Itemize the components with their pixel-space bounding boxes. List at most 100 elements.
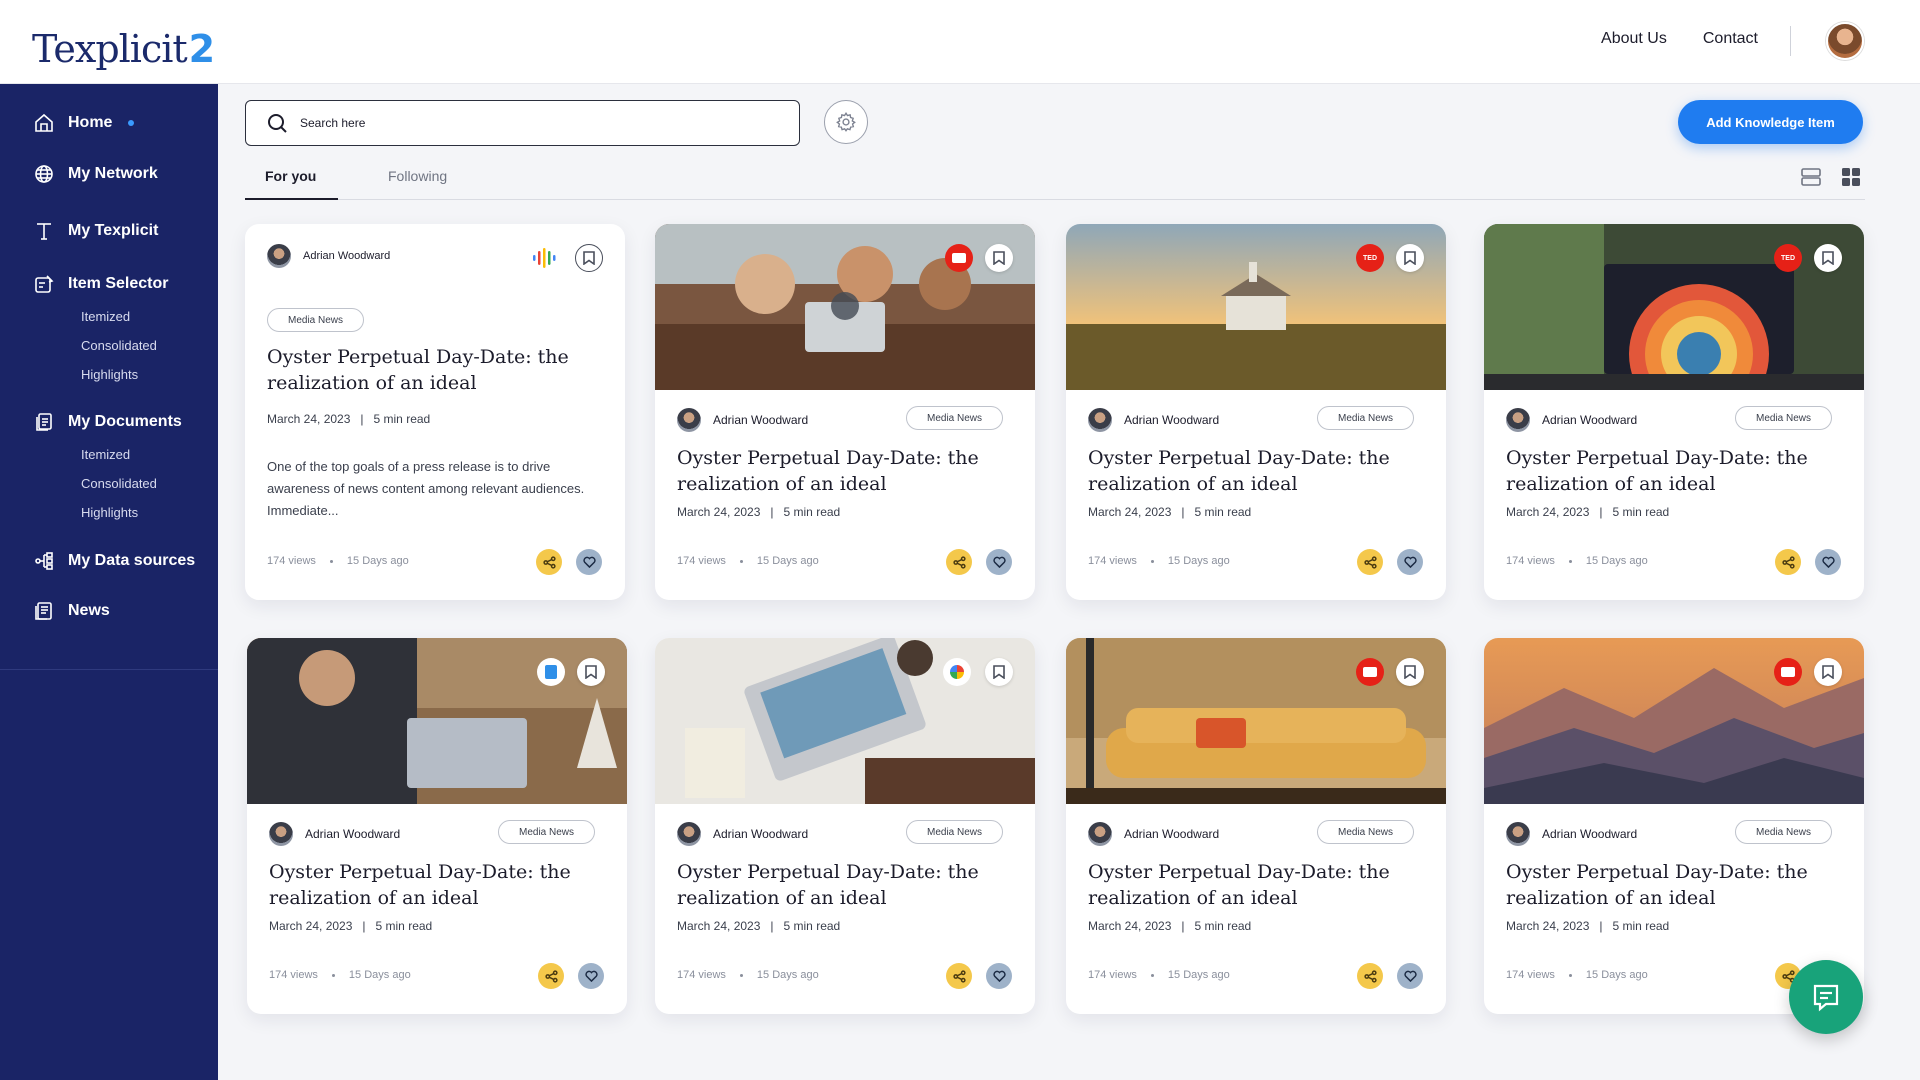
category-tag[interactable]: Media News xyxy=(1735,820,1833,844)
app-logo[interactable]: Texplicit 2 xyxy=(32,16,215,68)
sidebar-item-my-texplicit[interactable]: My Texplicit xyxy=(34,221,158,241)
contact-link[interactable]: Contact xyxy=(1703,30,1758,48)
about-us-link[interactable]: About Us xyxy=(1601,30,1667,48)
card-read-time: 5 min read xyxy=(1194,919,1252,933)
like-button[interactable] xyxy=(986,963,1012,989)
sidebar-subitem-highlights[interactable]: Highlights xyxy=(81,367,138,382)
card-thumbnail[interactable] xyxy=(1066,638,1446,804)
card-stats: 174 views 15 Days ago xyxy=(1088,555,1230,567)
card-title[interactable]: Oyster Perpetual Day-Date: the realizati… xyxy=(677,445,1017,497)
sidebar-subitem-consolidated[interactable]: Consolidated xyxy=(81,338,157,353)
share-icon xyxy=(544,969,558,983)
add-knowledge-item-button[interactable]: Add Knowledge Item xyxy=(1678,100,1863,144)
podcast-icon xyxy=(533,248,556,268)
tab-for-you[interactable]: For you xyxy=(265,168,316,184)
share-icon xyxy=(542,555,556,569)
knowledge-card[interactable]: Adrian Woodward Media News Oyster Perpet… xyxy=(655,638,1035,1014)
author-avatar xyxy=(1088,408,1112,432)
sidebar-item-item-selector[interactable]: Item Selector xyxy=(34,274,168,294)
share-button[interactable] xyxy=(1357,963,1383,989)
card-date: March 24, 2023 xyxy=(677,919,761,933)
knowledge-card[interactable]: Adrian Woodward Media News Oyster Perpet… xyxy=(1484,638,1864,1014)
card-date: March 24, 2023 xyxy=(1088,505,1172,519)
share-button[interactable] xyxy=(1775,549,1801,575)
card-age: 15 Days ago xyxy=(348,969,411,981)
category-tag[interactable]: Media News xyxy=(1735,406,1833,430)
bookmark-button[interactable] xyxy=(985,244,1013,272)
grid-view-icon[interactable] xyxy=(1842,168,1860,186)
card-title[interactable]: Oyster Perpetual Day-Date: the realizati… xyxy=(677,859,1017,911)
bookmark-button[interactable] xyxy=(1396,244,1424,272)
sidebar-item-my-network[interactable]: My Network xyxy=(34,164,158,184)
sidebar-item-my-documents[interactable]: My Documents xyxy=(34,412,182,432)
tab-following[interactable]: Following xyxy=(388,168,447,184)
chat-button[interactable] xyxy=(1789,960,1863,1034)
bookmark-button[interactable] xyxy=(575,244,603,272)
search-bar[interactable] xyxy=(245,100,800,146)
card-title[interactable]: Oyster Perpetual Day-Date: the realizati… xyxy=(1088,445,1428,497)
card-thumbnail[interactable] xyxy=(247,638,627,804)
card-title[interactable]: Oyster Perpetual Day-Date: the realizati… xyxy=(267,344,607,396)
author-name: Adrian Woodward xyxy=(1124,827,1220,841)
card-thumbnail[interactable] xyxy=(655,638,1035,804)
sidebar-item-home[interactable]: Home xyxy=(34,113,135,133)
category-tag[interactable]: Media News xyxy=(267,308,365,332)
knowledge-card[interactable]: TED Adrian Woodward Media News Oyster Pe… xyxy=(1066,224,1446,600)
bookmark-button[interactable] xyxy=(577,658,605,686)
knowledge-card[interactable]: Adrian Woodward Media News Oyster Perpet… xyxy=(655,224,1035,600)
like-button[interactable] xyxy=(578,963,604,989)
category-tag[interactable]: Media News xyxy=(498,820,596,844)
card-views: 174 views xyxy=(677,555,726,567)
card-title[interactable]: Oyster Perpetual Day-Date: the realizati… xyxy=(269,859,609,911)
card-excerpt: One of the top goals of a press release … xyxy=(267,459,585,518)
share-button[interactable] xyxy=(946,963,972,989)
author-avatar xyxy=(1088,822,1112,846)
share-button[interactable] xyxy=(538,963,564,989)
card-title[interactable]: Oyster Perpetual Day-Date: the realizati… xyxy=(1506,445,1846,497)
bookmark-button[interactable] xyxy=(1396,658,1424,686)
category-tag[interactable]: Media News xyxy=(1317,820,1415,844)
list-view-icon[interactable] xyxy=(1801,168,1821,186)
like-button[interactable] xyxy=(1397,963,1423,989)
sidebar-subitem-itemized[interactable]: Itemized xyxy=(81,309,130,324)
like-button[interactable] xyxy=(1815,549,1841,575)
like-button[interactable] xyxy=(576,549,602,575)
search-input[interactable] xyxy=(300,116,760,130)
card-read-time: 5 min read xyxy=(373,412,431,426)
user-avatar[interactable] xyxy=(1826,22,1864,60)
share-button[interactable] xyxy=(536,549,562,575)
category-tag[interactable]: Media News xyxy=(906,406,1004,430)
bookmark-button[interactable] xyxy=(1814,658,1842,686)
bookmark-button[interactable] xyxy=(1814,244,1842,272)
card-thumbnail[interactable] xyxy=(1484,224,1864,390)
card-date: March 24, 2023 xyxy=(1506,919,1590,933)
sidebar-item-label: Item Selector xyxy=(68,275,169,292)
share-button[interactable] xyxy=(946,549,972,575)
card-title[interactable]: Oyster Perpetual Day-Date: the realizati… xyxy=(1088,859,1428,911)
sidebar-item-news[interactable]: News xyxy=(34,601,110,621)
document-icon xyxy=(537,658,565,686)
card-age: 15 Days ago xyxy=(1585,555,1648,567)
card-thumbnail[interactable] xyxy=(1066,224,1446,390)
settings-button[interactable] xyxy=(824,100,868,144)
share-button[interactable] xyxy=(1357,549,1383,575)
bookmark-button[interactable] xyxy=(985,658,1013,686)
sidebar-subitem-highlights[interactable]: Highlights xyxy=(81,505,138,520)
knowledge-card[interactable]: TED Adrian Woodward Media News Oyster Pe… xyxy=(1484,224,1864,600)
chat-icon xyxy=(1813,984,1839,1012)
sidebar-subitem-consolidated[interactable]: Consolidated xyxy=(81,476,157,491)
category-tag[interactable]: Media News xyxy=(1317,406,1415,430)
card-title[interactable]: Oyster Perpetual Day-Date: the realizati… xyxy=(1506,859,1846,911)
knowledge-card[interactable]: Adrian Woodward Media News Oyster Perpet… xyxy=(245,224,625,600)
like-button[interactable] xyxy=(986,549,1012,575)
knowledge-card[interactable]: Adrian Woodward Media News Oyster Perpet… xyxy=(1066,638,1446,1014)
like-button[interactable] xyxy=(1397,549,1423,575)
knowledge-card[interactable]: Adrian Woodward Media News Oyster Perpet… xyxy=(247,638,627,1014)
card-thumbnail[interactable] xyxy=(655,224,1035,390)
card-thumbnail[interactable] xyxy=(1484,638,1864,804)
category-tag[interactable]: Media News xyxy=(906,820,1004,844)
heart-icon xyxy=(1403,970,1417,982)
sidebar-item-label: News xyxy=(68,602,110,619)
sidebar-subitem-itemized[interactable]: Itemized xyxy=(81,447,130,462)
sidebar-item-my-data-sources[interactable]: My Data sources xyxy=(34,551,195,571)
